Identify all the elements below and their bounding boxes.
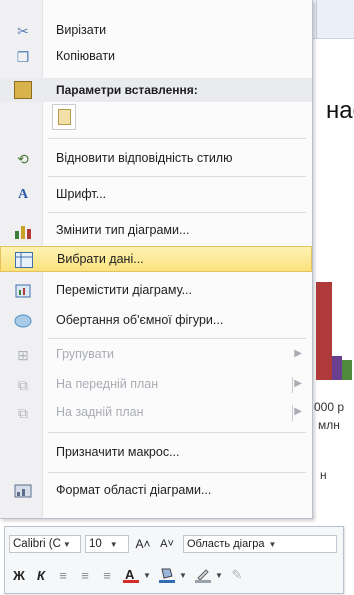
align-left-button[interactable]: ≡ [53, 565, 73, 585]
menu-separator [48, 432, 306, 433]
chart-title-fragment: нас [326, 97, 354, 124]
outline-icon [195, 569, 211, 583]
font-name-value: Calibri (C [13, 538, 61, 550]
paste-options-label: Параметри вставлення: [56, 83, 198, 97]
align-center-icon: ≡ [81, 567, 89, 583]
menu-item-label: Відновити відповідність стилю [56, 151, 233, 165]
chart-element-value: Область діагра [187, 538, 265, 550]
menu-item-label: Вирізати [56, 23, 107, 37]
chart-label-a: 000 р [314, 400, 345, 414]
menu-item-label: Групувати [56, 347, 115, 361]
menu-item-reset-style[interactable]: ⟲ Відновити відповідність стилю [0, 146, 312, 172]
chevron-down-icon: ▼ [62, 539, 71, 549]
scissors-icon: ✂ [17, 22, 29, 39]
menu-separator [48, 176, 306, 177]
mini-toolbar: Calibri (C ▼ 10 ▼ A˄ A˅ Область діагра ▼… [4, 526, 344, 594]
submenu-arrow-icon: ▶ [294, 378, 302, 389]
font-color-button[interactable]: A [121, 565, 141, 585]
format-painter-icon: ✎ [231, 567, 243, 582]
menu-item-group[interactable]: ⊞ Групувати ▶ [0, 342, 312, 368]
font-color-icon: A [123, 567, 139, 583]
align-right-icon: ≡ [103, 567, 111, 583]
format-chart-area-icon [14, 482, 32, 500]
menu-item-label: Перемістити діаграму... [56, 283, 192, 297]
menu-item-change-chart-type[interactable]: Змінити тип діаграми... [0, 218, 312, 244]
copy-icon: ❐ [16, 48, 30, 65]
align-center-button[interactable]: ≡ [75, 565, 95, 585]
chart-label-b: млн [318, 418, 340, 432]
paste-option-button[interactable] [52, 104, 76, 130]
bold-button[interactable]: Ж [9, 565, 29, 585]
chevron-down-icon[interactable]: ▼ [215, 571, 223, 580]
font-size-value: 10 [89, 538, 102, 550]
italic-icon: К [37, 567, 45, 583]
menu-item-move-chart[interactable]: Перемістити діаграму... [0, 278, 312, 304]
chart-bar-green [342, 360, 352, 380]
chart-element-dropdown[interactable]: Область діагра ▼ [183, 535, 337, 553]
paste-option-icon [58, 109, 71, 125]
grow-font-icon: A˄ [135, 537, 151, 551]
menu-item-label: На задній план [56, 405, 144, 419]
submenu-arrow-icon: ▶ [294, 406, 302, 417]
menu-item-label: Призначити макрос... [56, 445, 180, 459]
3d-rotation-icon [14, 312, 32, 330]
menu-item-select-data[interactable]: Вибрати дані... [0, 246, 312, 272]
menu-item-format-chart-area[interactable]: Формат області діаграми... [0, 478, 312, 504]
svg-text:A: A [125, 567, 135, 582]
menu-item-font[interactable]: A Шрифт... [0, 182, 312, 208]
paste-icon [14, 81, 32, 99]
menu-item-assign-macro[interactable]: Призначити макрос... [0, 440, 312, 466]
menu-item-label: Шрифт... [56, 187, 107, 201]
menu-item-label: Вибрати дані... [57, 252, 144, 266]
menu-item-send-back[interactable]: ⧉ На задній план ▶ [0, 400, 312, 426]
context-menu: ✂ Вирізати ❐ Копіювати Параметри вставле… [0, 0, 313, 519]
menu-item-cut[interactable]: ✂ Вирізати [0, 18, 312, 44]
menu-item-copy[interactable]: ❐ Копіювати [0, 44, 312, 70]
italic-button[interactable]: К [31, 565, 51, 585]
menu-separator [48, 338, 306, 339]
align-right-button[interactable]: ≡ [97, 565, 117, 585]
paste-options-header: Параметри вставлення: [0, 78, 312, 102]
menu-item-label: Копіювати [56, 49, 116, 63]
sheet-grid-line [316, 0, 317, 38]
split-button-divider [292, 405, 293, 421]
chevron-down-icon[interactable]: ▼ [143, 571, 151, 580]
chevron-down-icon: ▼ [109, 539, 118, 549]
send-back-icon: ⧉ [18, 404, 28, 421]
fill-color-icon [159, 568, 175, 583]
menu-item-label: Обертання об'ємної фігури... [56, 313, 224, 327]
menu-item-label: Змінити тип діаграми... [56, 223, 190, 237]
change-chart-type-icon [14, 222, 32, 240]
fill-color-button[interactable] [157, 565, 177, 585]
reset-style-icon: ⟲ [17, 150, 29, 167]
chevron-down-icon[interactable]: ▼ [179, 571, 187, 580]
bold-icon: Ж [13, 567, 25, 583]
group-icon: ⊞ [17, 346, 29, 363]
shrink-font-button[interactable]: A˅ [157, 534, 177, 554]
move-chart-icon [14, 282, 32, 300]
menu-separator [48, 212, 306, 213]
select-data-icon [15, 251, 33, 269]
menu-item-bring-front[interactable]: ⧉ На передній план ▶ [0, 372, 312, 398]
menu-separator [48, 472, 306, 473]
chart-bar-red [316, 282, 332, 380]
align-left-icon: ≡ [59, 567, 67, 583]
outline-button[interactable] [193, 565, 213, 585]
menu-item-3d-rotation[interactable]: Обертання об'ємної фігури... [0, 308, 312, 334]
menu-separator [48, 138, 306, 139]
menu-item-label: Формат області діаграми... [56, 483, 212, 497]
chart-label-c: н [320, 468, 327, 482]
chart-bar-purple [332, 356, 342, 380]
split-button-divider [292, 377, 293, 393]
bring-front-icon: ⧉ [18, 376, 28, 393]
submenu-arrow-icon: ▶ [294, 348, 302, 359]
shrink-font-icon: A˅ [160, 538, 174, 550]
grow-font-button[interactable]: A˄ [133, 534, 153, 554]
format-painter-button[interactable]: ✎ [227, 565, 247, 585]
font-icon: A [17, 187, 29, 202]
font-name-dropdown[interactable]: Calibri (C ▼ [9, 535, 81, 553]
font-size-dropdown[interactable]: 10 ▼ [85, 535, 129, 553]
chevron-down-icon: ▼ [268, 539, 277, 549]
menu-item-label: На передній план [56, 377, 159, 391]
